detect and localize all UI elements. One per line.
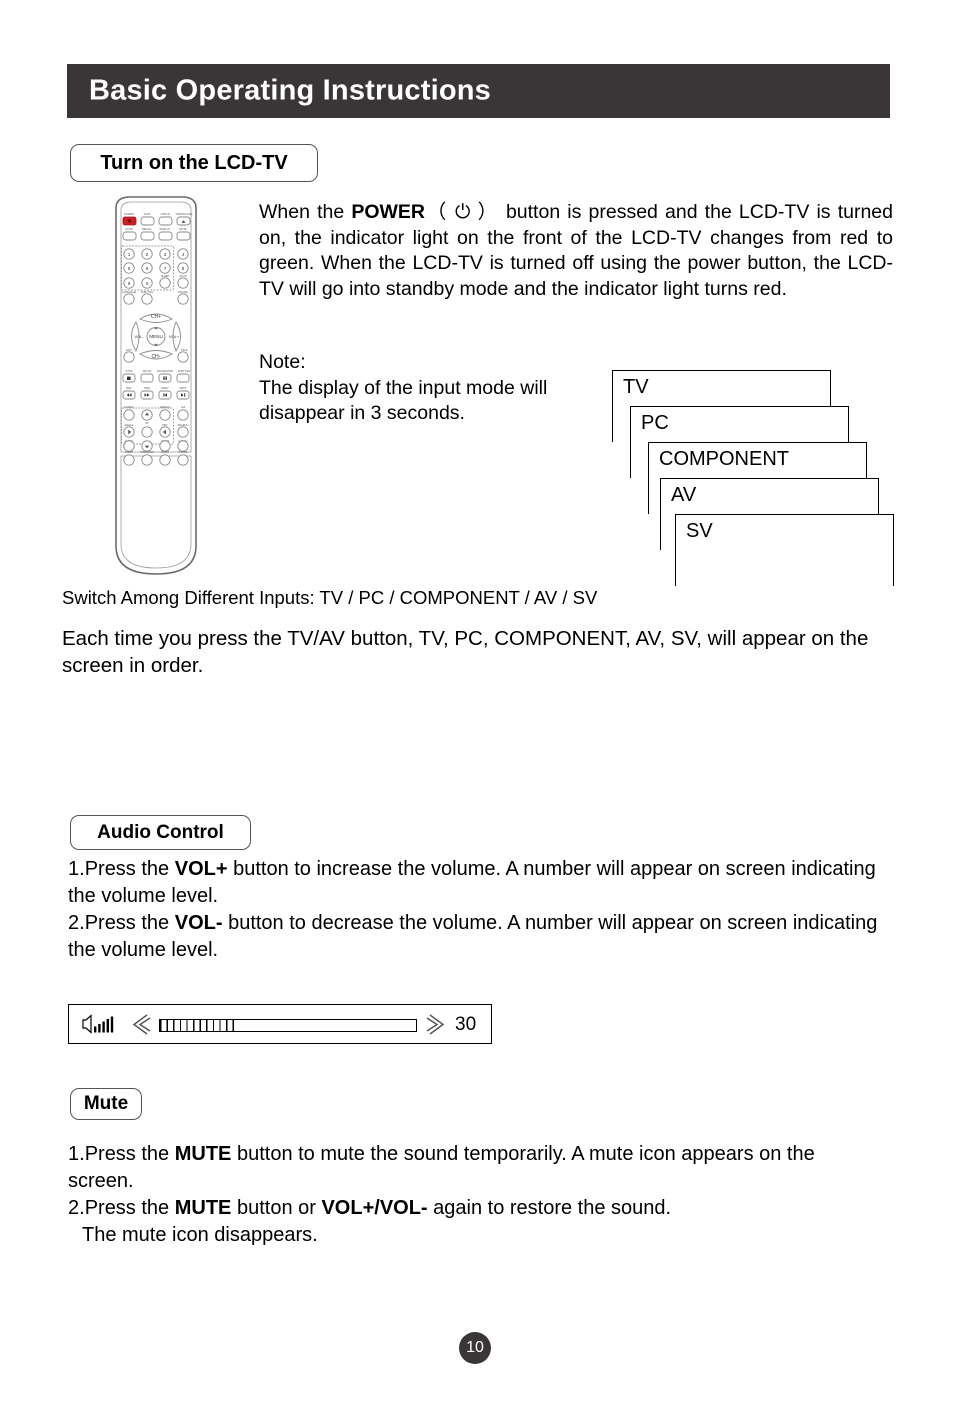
mute-step-2-prefix: Press the bbox=[84, 1197, 175, 1219]
note-title: Note: bbox=[259, 351, 306, 373]
svg-text:MENU: MENU bbox=[149, 334, 163, 339]
svg-text:VOL-: VOL- bbox=[134, 334, 144, 339]
section-label-text: Mute bbox=[83, 1093, 129, 1114]
volume-osd-graphic: 30 bbox=[68, 1004, 492, 1044]
audio-control-steps: 1.Press the VOL+ button to increase the … bbox=[68, 856, 878, 964]
svg-text:A-B: A-B bbox=[181, 405, 186, 409]
svg-text:REPEAT: REPEAT bbox=[160, 405, 171, 409]
svg-text:6: 6 bbox=[146, 266, 149, 271]
each-time-paragraph: Each time you press the TV/AV button, TV… bbox=[62, 627, 869, 677]
audio-step-2-prefix: Press the bbox=[84, 912, 175, 934]
mute-step-2-bold: MUTE bbox=[174, 1197, 232, 1219]
mute-step-2-continuation: The mute icon disappears. bbox=[82, 1224, 318, 1246]
audio-step-1-prefix: Press the bbox=[84, 858, 175, 880]
section-label-mute: Mute bbox=[70, 1088, 142, 1120]
svg-text:CH-: CH- bbox=[152, 354, 161, 360]
audio-step-2-bold: VOL- bbox=[174, 912, 223, 934]
audio-step-1: 1.Press the VOL+ button to increase the … bbox=[68, 856, 878, 910]
svg-text:AUDIO: AUDIO bbox=[125, 450, 133, 454]
svg-text:TV/DVD: TV/DVD bbox=[160, 212, 170, 216]
svg-text:TITLE: TITLE bbox=[180, 348, 187, 352]
power-text-prefix: When the bbox=[259, 201, 352, 223]
audio-step-1-bold: VOL+ bbox=[174, 858, 228, 880]
section-label-text: Turn on the LCD-TV bbox=[100, 151, 288, 174]
section-label-text: Audio Control bbox=[97, 821, 224, 843]
input-mode-label: SV bbox=[686, 520, 713, 542]
volume-level-value: 30 bbox=[455, 1014, 477, 1035]
mute-step-1-bold: MUTE bbox=[174, 1143, 232, 1165]
switch-inputs-caption: Switch Among Different Inputs: TV / PC /… bbox=[62, 587, 598, 608]
input-mode-box-sv: SV bbox=[675, 514, 894, 586]
mute-step-2-middle: button or bbox=[231, 1197, 322, 1219]
svg-text:3: 3 bbox=[164, 252, 167, 257]
volume-level-track[interactable] bbox=[159, 1019, 417, 1032]
svg-text:VOL+: VOL+ bbox=[169, 334, 180, 339]
svg-text:PROGRAM: PROGRAM bbox=[140, 450, 153, 454]
double-chevron-right-icon[interactable] bbox=[426, 1014, 446, 1035]
svg-text:S.MENU: S.MENU bbox=[124, 405, 134, 409]
input-mode-cascade-diagram: TV PC COMPONENT AV SV bbox=[612, 370, 897, 586]
volume-level-fill bbox=[160, 1020, 235, 1031]
input-mode-label: COMPONENT bbox=[659, 448, 789, 470]
svg-text:SETUP: SETUP bbox=[143, 369, 152, 373]
svg-text:SCAN: SCAN bbox=[125, 227, 132, 231]
mute-step-2-rest: again to restore the sound. bbox=[427, 1197, 672, 1219]
power-symbol: （ ⏻ ） bbox=[424, 201, 499, 223]
audio-step-2-number: 2. bbox=[68, 912, 85, 934]
svg-text:1: 1 bbox=[128, 252, 131, 257]
power-description-paragraph: When the POWER（ ⏻ ） button is pressed an… bbox=[259, 200, 893, 302]
svg-text:8: 8 bbox=[182, 266, 185, 271]
svg-text:DISPLAY: DISPLAY bbox=[160, 227, 171, 231]
audio-step-2: 2.Press the VOL- button to decrease the … bbox=[68, 910, 878, 964]
section-label-audio-control: Audio Control bbox=[70, 815, 251, 850]
svg-text:CH+: CH+ bbox=[151, 314, 161, 320]
svg-text:5: 5 bbox=[128, 266, 131, 271]
svg-text:2: 2 bbox=[146, 252, 149, 257]
section-label-turn-on-lcd-tv: Turn on the LCD-TV bbox=[70, 144, 318, 182]
svg-text:UP: UP bbox=[145, 421, 149, 425]
speaker-volume-icon bbox=[81, 1013, 119, 1035]
audio-step-1-number: 1. bbox=[68, 858, 85, 880]
remote-control-illustration: .rbody{fill:#fff;stroke:#6b6b6b;stroke-w… bbox=[104, 194, 208, 579]
power-bold-word: POWER bbox=[351, 201, 425, 223]
svg-text:D-DISC: D-DISC bbox=[179, 450, 188, 454]
svg-text:7: 7 bbox=[164, 266, 167, 271]
svg-text:TV/AV: TV/AV bbox=[143, 212, 151, 216]
note-body: The display of the input mode will disap… bbox=[259, 376, 548, 425]
svg-text:FWD: FWD bbox=[144, 386, 150, 390]
svg-text:NEXT: NEXT bbox=[180, 386, 187, 390]
mute-step-1-number: 1. bbox=[68, 1143, 85, 1165]
svg-text:RECALL: RECALL bbox=[142, 227, 153, 231]
svg-text:OPEN/CLOSE: OPEN/CLOSE bbox=[176, 212, 193, 216]
svg-text:ZOOM: ZOOM bbox=[161, 450, 169, 454]
page-number-badge: 10 bbox=[459, 1332, 491, 1364]
svg-text:4: 4 bbox=[182, 252, 185, 257]
input-mode-label: PC bbox=[641, 412, 669, 434]
mute-step-1-prefix: Press the bbox=[84, 1143, 175, 1165]
mute-step-2: 2.Press the MUTE button or VOL+/VOL- aga… bbox=[68, 1195, 878, 1249]
note-paragraph: Note: The display of the input mode will… bbox=[259, 350, 579, 427]
svg-text:POWER: POWER bbox=[124, 212, 134, 216]
mute-step-1: 1.Press the MUTE button to mute the soun… bbox=[68, 1141, 878, 1195]
svg-text:PREV: PREV bbox=[161, 386, 168, 390]
input-mode-label: AV bbox=[671, 484, 697, 506]
svg-text:SUBTITLE: SUBTITLE bbox=[178, 369, 191, 373]
mute-steps: 1.Press the MUTE button to mute the soun… bbox=[68, 1141, 878, 1249]
mute-step-2-bold2: VOL+/VOL- bbox=[321, 1197, 428, 1219]
svg-text:9: 9 bbox=[128, 281, 131, 286]
page-title: Basic Operating Instructions bbox=[89, 74, 492, 107]
mute-step-2-number: 2. bbox=[68, 1197, 85, 1219]
svg-text:PAUSE/STEP: PAUSE/STEP bbox=[157, 369, 173, 373]
svg-text:MUTE: MUTE bbox=[179, 227, 187, 231]
page-header-bar: Basic Operating Instructions bbox=[67, 64, 890, 118]
svg-text:STOP: STOP bbox=[125, 369, 132, 373]
input-mode-label: TV bbox=[623, 376, 649, 398]
double-chevron-left-icon[interactable] bbox=[131, 1014, 151, 1035]
svg-text:REV: REV bbox=[126, 386, 132, 390]
svg-text:0: 0 bbox=[146, 281, 149, 286]
